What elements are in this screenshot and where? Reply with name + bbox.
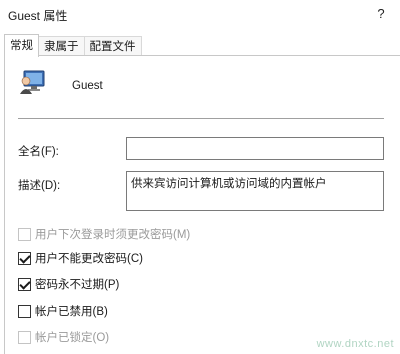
watermark: www.dnxtc.net [316, 338, 394, 350]
checkbox-cannot-change-password[interactable]: 用户不能更改密码(C) [18, 250, 143, 266]
tab-strip: 常规 隶属于 配置文件 [4, 34, 142, 57]
checkbox-box[interactable] [18, 227, 31, 241]
user-monitor-icon [20, 70, 45, 94]
window-title: Guest 属性 [8, 9, 68, 23]
user-name: Guest [72, 80, 103, 92]
checkbox-box[interactable] [18, 251, 31, 265]
checkbox-account-disabled[interactable]: 帐户已禁用(B) [18, 303, 108, 319]
help-button[interactable]: ? [370, 4, 392, 24]
description-label: 描述(D): [18, 180, 61, 192]
tab-member-of[interactable]: 隶属于 [38, 36, 85, 57]
fullname-input[interactable] [126, 137, 384, 160]
description-input[interactable]: 供来宾访问计算机或访问域的内置帐户 [126, 171, 384, 211]
separator [18, 118, 384, 119]
title-bar: Guest 属性 ? [0, 0, 400, 30]
fullname-label: 全名(F): [18, 146, 59, 158]
tab-profile[interactable]: 配置文件 [83, 36, 142, 57]
checkbox-must-change-password[interactable]: 用户下次登录时须更改密码(M) [18, 226, 190, 242]
checkbox-box[interactable] [18, 304, 31, 318]
checkbox-label: 用户不能更改密码(C) [35, 253, 143, 265]
checkbox-box[interactable] [18, 330, 31, 344]
checkbox-box[interactable] [18, 277, 31, 291]
checkbox-label: 用户下次登录时须更改密码(M) [35, 229, 191, 241]
checkbox-label: 帐户已禁用(B) [35, 306, 108, 318]
checkbox-password-never-expires[interactable]: 密码永不过期(P) [18, 276, 119, 292]
tab-general[interactable]: 常规 [4, 34, 39, 57]
checkbox-label: 帐户已锁定(O) [35, 332, 110, 344]
checkbox-account-locked[interactable]: 帐户已锁定(O) [18, 329, 109, 345]
properties-dialog: Guest 属性 ? 常规 隶属于 配置文件 Guest 全名(F): 描述(D… [0, 0, 400, 354]
checkbox-label: 密码永不过期(P) [35, 279, 120, 291]
